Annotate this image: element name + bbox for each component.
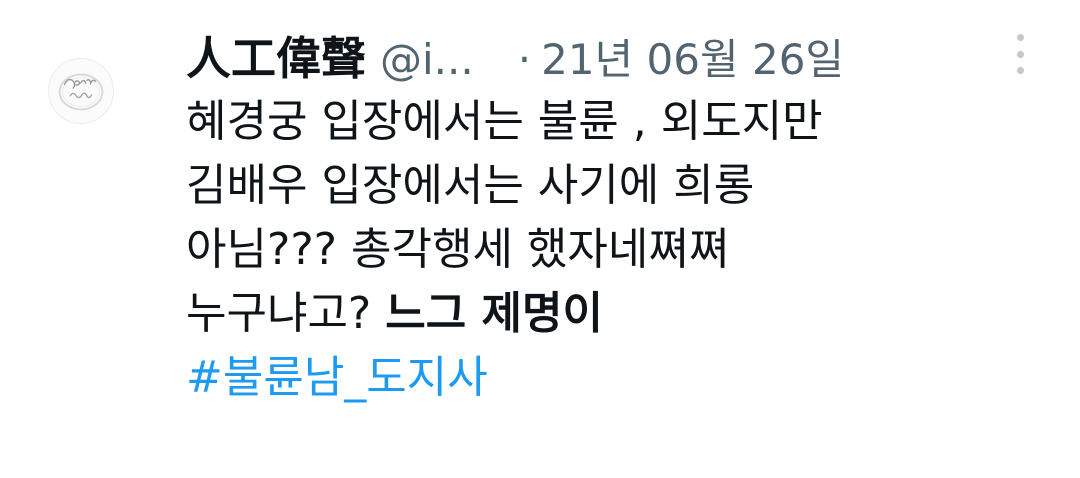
tweet-header: 人工偉聲 @i... · 21년 06월 26일	[186, 22, 844, 85]
tweet-text-line: 아님??? 총각행세 했자네쪄쪄	[186, 224, 730, 275]
more-dots-icon	[1016, 50, 1024, 58]
tweet-text-line: 누구냐고? 느그 제명이	[186, 282, 1046, 346]
separator-dot: ·	[517, 35, 532, 84]
author-handle[interactable]: @i...	[380, 35, 474, 84]
more-options-button[interactable]	[1006, 30, 1034, 78]
author-display-name[interactable]: 人工偉聲	[186, 22, 366, 87]
tweet-text-normal: 누구냐고?	[186, 288, 386, 339]
tweet-hashtag-line: #불륜남_도지사	[186, 346, 1046, 410]
tweet-date[interactable]: 21년 06월 26일	[541, 26, 844, 87]
tweet-body: 혜경궁 입장에서는 불륜 , 외도지만 김배우 입장에서는 사기에 희롱 아님?…	[186, 90, 1046, 410]
tweet-text-bold: 느그 제명이	[385, 288, 603, 339]
more-dots-icon	[1016, 67, 1024, 74]
more-dots-icon	[1016, 34, 1024, 41]
ring-image-icon	[58, 73, 104, 111]
tweet: 人工偉聲 @i... · 21년 06월 26일 혜경궁 입장에서는 불륜 , …	[0, 0, 1080, 478]
avatar[interactable]	[48, 58, 114, 124]
tweet-text-line: 혜경궁 입장에서는 불륜 , 외도지만	[186, 96, 823, 147]
tweet-text-line: 김배우 입장에서는 사기에 희롱	[186, 160, 755, 211]
hashtag-link[interactable]: #불륜남_도지사	[186, 352, 488, 403]
